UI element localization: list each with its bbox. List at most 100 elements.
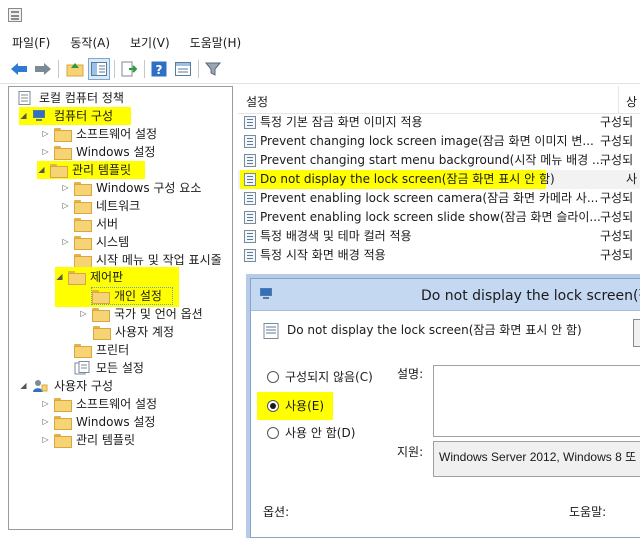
policy-setting-icon — [244, 173, 256, 186]
policy-doc-icon — [18, 91, 31, 105]
tree-item-printers[interactable]: 프린터 — [74, 341, 131, 359]
radio-button-checked[interactable] — [267, 400, 279, 412]
setting-row[interactable]: 특정 시작 화면 배경 적용 구성되 — [238, 246, 640, 265]
collapsed-arrow-icon[interactable]: ▷ — [41, 143, 50, 161]
folder-icon — [92, 290, 110, 304]
tree-item-admin-templates[interactable]: ◢ 관리 템플릿 — [37, 161, 145, 179]
dialog-app-icon — [260, 288, 272, 299]
tree-item-windows-settings[interactable]: ▷ Windows 설정 — [41, 143, 157, 161]
collapsed-arrow-icon[interactable]: ▷ — [61, 197, 70, 215]
supported-on-label: 지원: — [397, 445, 424, 459]
toolbar-separator — [198, 60, 199, 78]
folder-icon — [54, 146, 72, 160]
toolbar-separator — [58, 60, 59, 78]
setting-row[interactable]: Prevent enabling lock screen camera(잠금 화… — [238, 189, 640, 208]
setting-row[interactable]: Prevent changing start menu background(시… — [238, 151, 640, 170]
setting-row-selected[interactable]: Do not display the lock screen(잠금 화면 표시 … — [238, 170, 640, 189]
properties-icon[interactable] — [172, 58, 194, 80]
setting-row[interactable]: 특정 배경색 및 테마 컬러 적용 구성되 — [238, 227, 640, 246]
window-titlebar — [0, 0, 640, 30]
collapsed-arrow-icon[interactable]: ▷ — [41, 413, 50, 431]
policy-dialog: Do not display the lock screen(잠 Do not … — [250, 278, 640, 538]
folder-icon — [74, 200, 92, 214]
tree-item-windows-components[interactable]: ▷ Windows 구성 요소 — [61, 179, 203, 197]
tree-item-network[interactable]: ▷ 네트워크 — [61, 197, 142, 215]
help-icon[interactable]: ? — [148, 58, 170, 80]
dialog-title: Do not display the lock screen(잠 — [421, 288, 640, 304]
policy-setting-icon — [244, 135, 256, 148]
supported-on-box: Windows Server 2012, Windows 8 또 — [433, 441, 640, 477]
expanded-arrow-icon[interactable]: ◢ — [19, 377, 28, 395]
setting-row[interactable]: Prevent changing lock screen image(잠금 화면… — [238, 132, 640, 151]
tree-item-user-software-settings[interactable]: ▷ 소프트웨어 설정 — [41, 395, 159, 413]
folder-icon — [74, 344, 92, 358]
radio-enabled[interactable]: 사용(E) — [257, 392, 333, 420]
setting-row[interactable]: 특정 기본 잠금 화면 이미지 적용 구성되 — [238, 113, 640, 132]
radio-disabled[interactable]: 사용 안 함(D) — [267, 423, 355, 443]
menu-view[interactable]: 보기(V) — [130, 34, 170, 51]
tree-item-software-settings[interactable]: ▷ 소프트웨어 설정 — [41, 125, 159, 143]
column-divider[interactable] — [618, 86, 619, 114]
folder-icon — [93, 326, 111, 340]
tree-item-personalization[interactable]: 개인 설정 — [91, 287, 173, 305]
collapsed-arrow-icon[interactable]: ▷ — [61, 233, 70, 251]
tree-item-user-admin-templates[interactable]: ▷ 관리 템플릿 — [41, 431, 137, 449]
all-settings-icon — [74, 361, 90, 375]
tree-item-user-windows-settings[interactable]: ▷ Windows 설정 — [41, 413, 157, 431]
setting-row[interactable]: Prevent enabling lock screen slide show(… — [238, 208, 640, 227]
previous-setting-button[interactable] — [633, 319, 640, 347]
up-folder-icon[interactable] — [64, 58, 86, 80]
toolbar-separator — [144, 60, 145, 78]
menu-help[interactable]: 도움말(H) — [190, 34, 242, 51]
comment-textbox[interactable] — [433, 365, 640, 437]
expanded-arrow-icon[interactable]: ◢ — [19, 107, 28, 125]
column-header-state[interactable]: 상 — [626, 93, 637, 110]
policy-setting-icon — [244, 230, 256, 243]
tree-item-server[interactable]: 서버 — [74, 215, 120, 233]
column-header-setting[interactable]: 설정 — [246, 93, 268, 110]
filter-icon[interactable] — [202, 58, 224, 80]
policy-setting-icon — [244, 211, 256, 224]
tree-item-computer-config[interactable]: ◢ 컴퓨터 구성 — [19, 107, 131, 125]
policy-setting-icon — [244, 116, 256, 129]
radio-button[interactable] — [267, 371, 279, 383]
folder-icon — [50, 164, 68, 178]
tree-item-user-accounts[interactable]: 사용자 계정 — [93, 323, 176, 341]
collapsed-arrow-icon[interactable]: ▷ — [41, 431, 50, 449]
folder-icon — [54, 416, 72, 430]
svg-text:?: ? — [156, 63, 163, 77]
radio-not-configured[interactable]: 구성되지 않음(C) — [267, 367, 373, 387]
toolbar: ? — [0, 54, 640, 84]
export-list-icon[interactable] — [118, 58, 140, 80]
tree-item-user-config[interactable]: ◢ 사용자 구성 — [19, 377, 115, 395]
collapsed-arrow-icon[interactable]: ▷ — [41, 125, 50, 143]
collapsed-arrow-icon[interactable]: ▷ — [61, 179, 70, 197]
comment-label: 설명: — [397, 367, 424, 381]
folder-icon — [74, 218, 92, 232]
menu-action[interactable]: 동작(A) — [70, 34, 110, 51]
expanded-arrow-icon[interactable]: ◢ — [55, 268, 64, 286]
forward-arrow-icon[interactable] — [32, 58, 54, 80]
dialog-titlebar[interactable]: Do not display the lock screen(잠 — [251, 279, 640, 311]
show-hide-tree-icon[interactable] — [88, 58, 110, 80]
folder-icon — [54, 434, 72, 448]
menu-file[interactable]: 파일(F) — [12, 34, 50, 51]
tree-item-region-language[interactable]: ▷ 국가 및 언어 옵션 — [79, 305, 205, 323]
toolbar-separator — [114, 60, 115, 78]
list-header: 설정 상 — [238, 86, 640, 114]
collapsed-arrow-icon[interactable]: ▷ — [41, 395, 50, 413]
options-label: 옵션: — [263, 505, 290, 519]
tree-item-all-settings[interactable]: 모든 설정 — [74, 359, 146, 377]
back-arrow-icon[interactable] — [8, 58, 30, 80]
tree-item-local-policy[interactable]: 로컬 컴퓨터 정책 — [17, 89, 126, 107]
collapsed-arrow-icon[interactable]: ▷ — [79, 305, 88, 323]
tree-item-system[interactable]: ▷ 시스템 — [61, 233, 131, 251]
tree-pane[interactable]: 로컬 컴퓨터 정책 ◢ 컴퓨터 구성 ▷ 소프트웨어 설정 ▷ Windows … — [8, 86, 233, 530]
app-icon — [8, 8, 22, 22]
policy-setting-icon — [244, 249, 256, 262]
expanded-arrow-icon[interactable]: ◢ — [37, 161, 46, 179]
computer-icon — [33, 110, 45, 121]
folder-icon — [54, 398, 72, 412]
radio-button[interactable] — [267, 427, 279, 439]
user-icon — [33, 380, 48, 392]
